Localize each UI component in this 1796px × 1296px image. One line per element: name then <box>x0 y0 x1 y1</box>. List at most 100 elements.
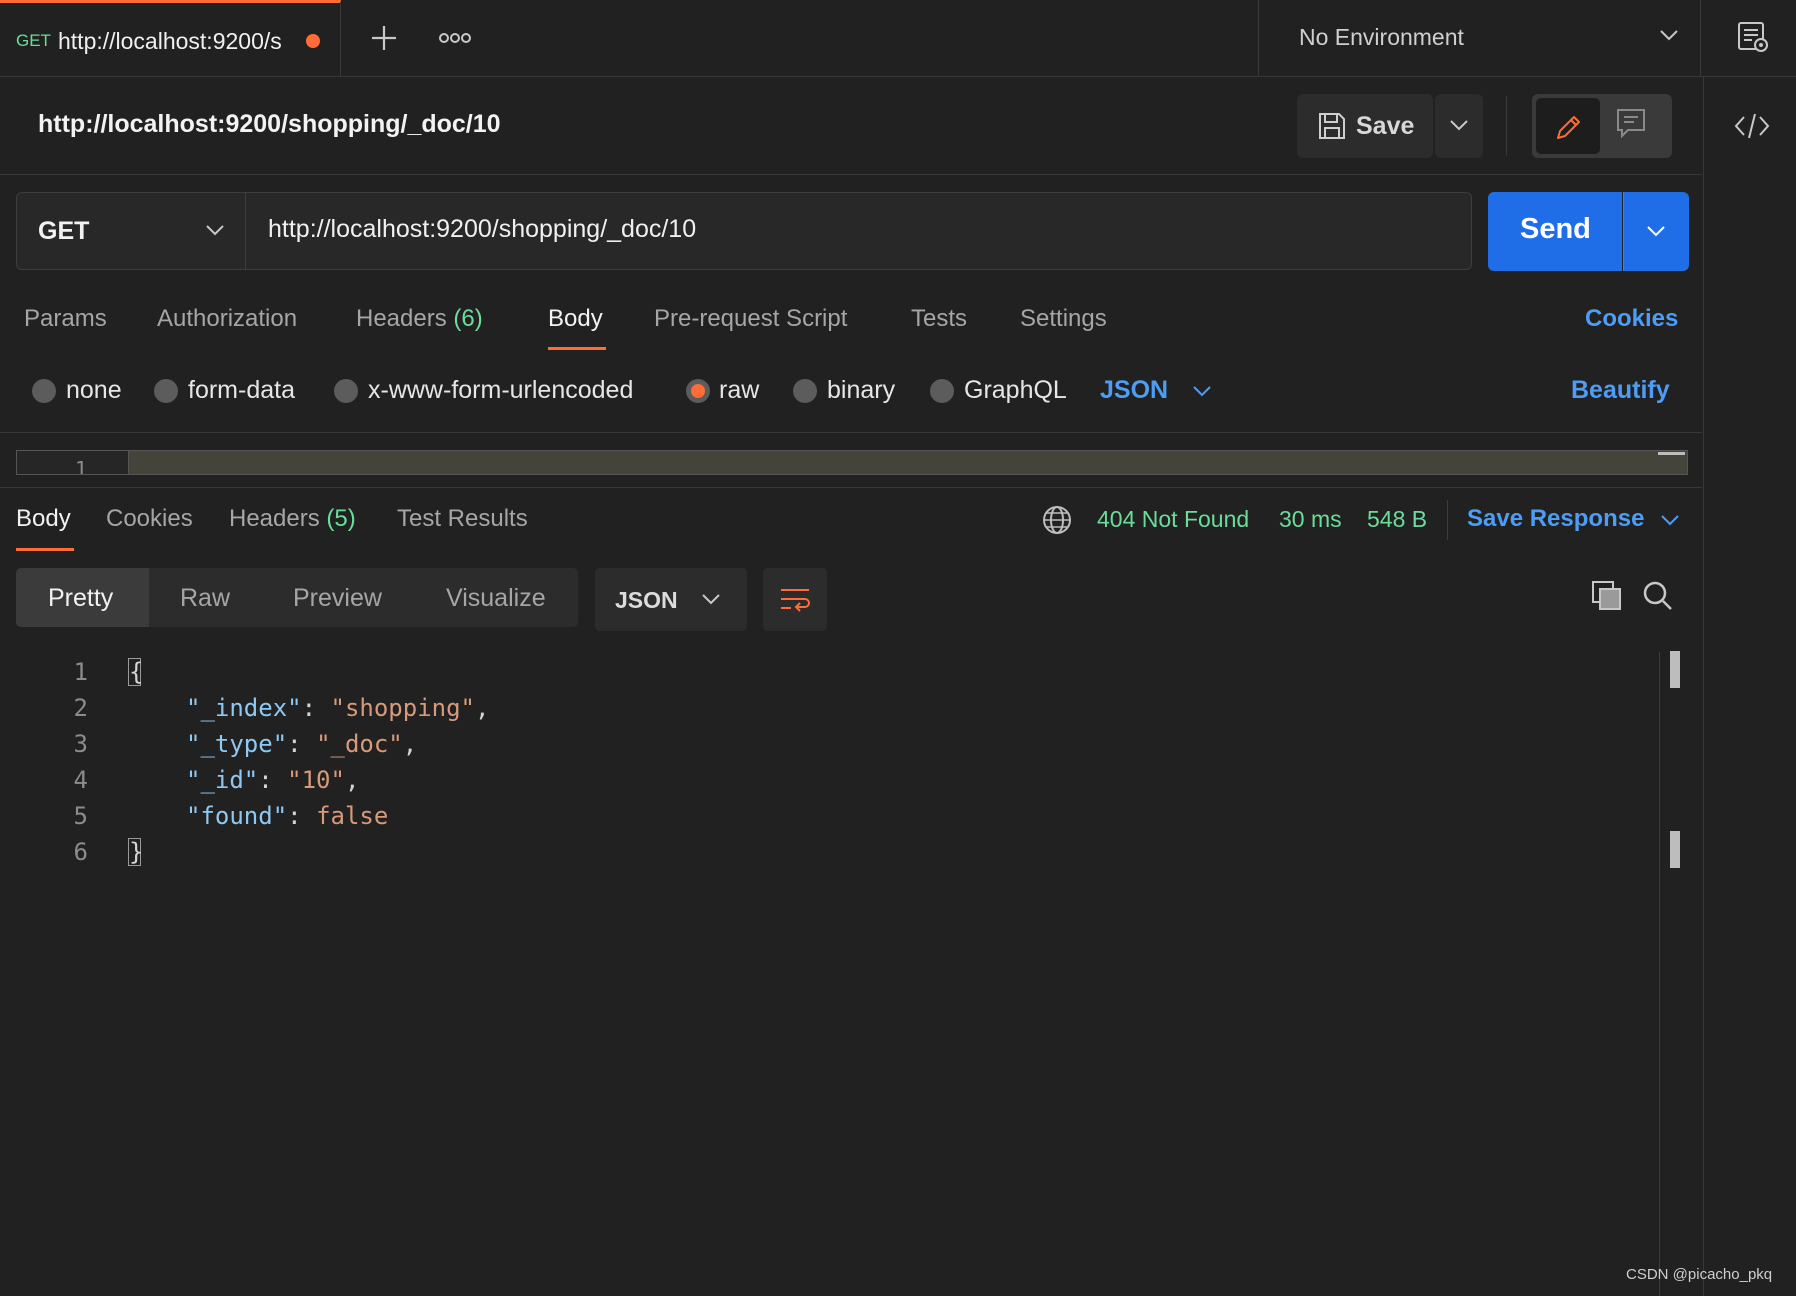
response-tab-body[interactable]: Body <box>16 505 71 533</box>
request-body-editor[interactable] <box>16 450 1688 475</box>
tab-authorization[interactable]: Authorization <box>157 305 297 333</box>
response-tab-cookies[interactable]: Cookies <box>106 505 193 533</box>
response-tab-headers[interactable]: Headers (5) <box>229 505 356 533</box>
radio-label-raw: raw <box>719 376 760 404</box>
scrollbar-thumb[interactable] <box>1670 651 1680 688</box>
request-tab[interactable]: GET http://localhost:9200/s <box>0 0 341 76</box>
tab-label: Tests <box>911 305 968 332</box>
radio-label-binary: binary <box>827 376 896 404</box>
response-body-viewer[interactable]: 1 2 3 4 5 6 { "_index": "shopping", "_ty… <box>0 650 1660 1250</box>
code-line: "_id": "10", <box>186 766 360 794</box>
comments-mode-button[interactable] <box>1616 108 1646 138</box>
line-number: 2 <box>73 694 88 722</box>
editor-resize-handle[interactable] <box>1658 452 1685 455</box>
radio-label-none: none <box>66 376 122 404</box>
response-tab-test-results[interactable]: Test Results <box>397 505 528 533</box>
radio-form-data[interactable] <box>154 379 178 403</box>
body-language-select[interactable]: JSON <box>1100 376 1168 405</box>
tab-settings[interactable]: Settings <box>1020 305 1107 333</box>
tab-label: Cookies <box>106 505 193 532</box>
format-visualize[interactable]: Visualize <box>446 584 546 613</box>
divider <box>1700 0 1701 76</box>
right-sidebar <box>1703 77 1796 1296</box>
radio-none[interactable] <box>32 379 56 403</box>
chevron-down-icon <box>1647 226 1665 237</box>
globe-icon[interactable] <box>1042 505 1072 535</box>
code-icon <box>1734 113 1770 139</box>
tab-headers[interactable]: Headers (6) <box>356 305 483 333</box>
format-raw[interactable]: Raw <box>180 584 230 613</box>
tab-label: Test Results <box>397 505 528 532</box>
tab-params[interactable]: Params <box>24 305 107 333</box>
send-button[interactable]: Send <box>1488 192 1622 271</box>
open-brace: { <box>128 658 144 686</box>
save-options-button[interactable] <box>1435 94 1483 158</box>
format-pretty[interactable]: Pretty <box>48 584 113 613</box>
json-value: "shopping" <box>330 694 476 722</box>
tab-label: Settings <box>1020 305 1107 332</box>
code-line: "_index": "shopping", <box>186 694 490 722</box>
radio-label-form-data: form-data <box>188 376 295 404</box>
environment-select[interactable]: No Environment <box>1259 0 1699 76</box>
request-name: http://localhost:9200/shopping/_doc/10 <box>38 110 501 138</box>
send-options-button[interactable] <box>1623 192 1689 271</box>
tab-body[interactable]: Body <box>548 305 603 333</box>
cookies-link[interactable]: Cookies <box>1585 305 1678 333</box>
line-number: 6 <box>73 838 88 866</box>
url-input[interactable]: http://localhost:9200/shopping/_doc/10 <box>246 192 1472 270</box>
copy-icon[interactable] <box>1591 580 1623 612</box>
json-comma: , <box>475 694 490 722</box>
new-tab-button[interactable] <box>368 22 400 54</box>
json-key: "found" <box>186 802 288 830</box>
json-value: "10" <box>287 766 345 794</box>
tab-tests[interactable]: Tests <box>911 305 967 333</box>
response-size[interactable]: 548 B <box>1367 506 1427 533</box>
tab-label: Headers <box>356 305 447 332</box>
code-line: { <box>128 658 144 686</box>
json-value: "_doc" <box>316 730 403 758</box>
code-snippet-button[interactable] <box>1733 110 1771 142</box>
send-label: Send <box>1520 213 1591 245</box>
status-badge[interactable]: 404 Not Found <box>1097 506 1249 533</box>
edit-mode-button[interactable] <box>1536 98 1600 154</box>
wrap-lines-button[interactable] <box>763 568 827 631</box>
more-icon <box>439 33 471 43</box>
radio-graphql[interactable] <box>930 379 954 403</box>
radio-x-www-form-urlencoded[interactable] <box>334 379 358 403</box>
radio-binary[interactable] <box>793 379 817 403</box>
chevron-down-icon <box>1450 120 1468 131</box>
tab-label: Authorization <box>157 305 298 332</box>
response-language-select[interactable]: JSON <box>595 568 747 631</box>
method-select[interactable]: GET <box>16 192 246 270</box>
save-response-button[interactable]: Save Response <box>1467 505 1644 533</box>
json-comma: , <box>344 766 360 794</box>
chevron-down-icon <box>1193 386 1211 397</box>
save-button[interactable]: Save <box>1297 94 1433 158</box>
comment-icon <box>1617 109 1645 138</box>
environment-quicklook-button[interactable] <box>1736 20 1770 54</box>
pencil-icon <box>1557 116 1580 139</box>
editor-gutter: 1 <box>16 450 129 475</box>
more-tabs-button[interactable] <box>438 24 472 52</box>
chevron-down-icon[interactable] <box>1660 513 1680 527</box>
wrap-lines-icon <box>781 589 810 612</box>
response-language-label: JSON <box>615 587 678 613</box>
beautify-link[interactable]: Beautify <box>1571 376 1670 405</box>
environment-label: No Environment <box>1299 24 1464 50</box>
headers-count-badge: (6) <box>453 305 483 332</box>
divider <box>0 174 1702 175</box>
scrollbar-thumb[interactable] <box>1670 831 1680 868</box>
active-tab-indicator <box>16 548 74 551</box>
response-time[interactable]: 30 ms <box>1279 506 1342 533</box>
code-line: } <box>128 838 144 866</box>
tab-label: Pre-request Script <box>654 305 848 332</box>
tab-label: Body <box>16 505 71 532</box>
close-brace: } <box>128 838 144 866</box>
tab-pre-request-script[interactable]: Pre-request Script <box>654 305 847 333</box>
json-value: false <box>316 802 389 830</box>
search-icon[interactable] <box>1642 580 1674 612</box>
json-key: "_index" <box>186 694 302 722</box>
format-preview[interactable]: Preview <box>293 584 382 613</box>
radio-raw[interactable] <box>686 379 710 403</box>
json-key: "_type" <box>186 730 288 758</box>
